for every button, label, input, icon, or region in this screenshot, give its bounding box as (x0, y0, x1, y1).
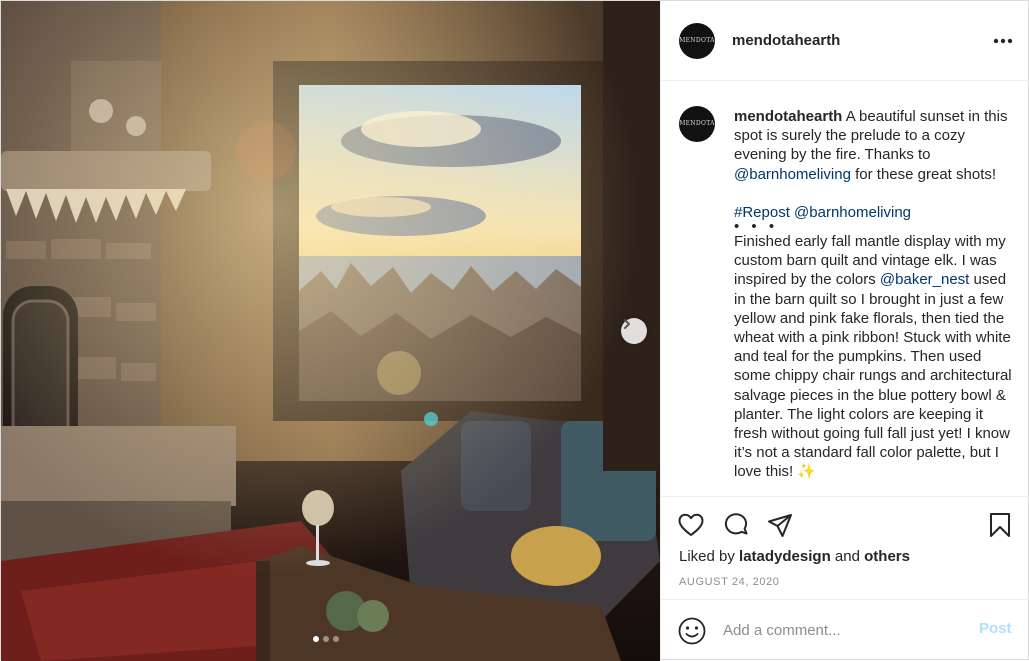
caption-body-end: used in the barn quilt so I brought in j… (734, 271, 1012, 481)
post-date[interactable]: AUGUST 24, 2020 (679, 576, 780, 588)
more-options-button[interactable] (991, 31, 1015, 51)
mention-link[interactable]: @baker_nest (880, 271, 969, 288)
likes-summary: Liked by latadydesign and others (679, 548, 910, 565)
carousel-dot (333, 636, 339, 642)
instagram-post: MENDOTA mendotahearth MENDOTA mendotahea… (0, 0, 1029, 661)
bookmark-icon (990, 513, 1010, 537)
share-button[interactable] (766, 511, 794, 539)
post-actions: Liked by latadydesign and others AUGUST … (661, 496, 1029, 599)
more-options-icon (993, 38, 1013, 44)
avatar-logo-text: MENDOTA (679, 37, 715, 44)
mention-link[interactable]: @barnhomeliving (794, 204, 911, 221)
liked-by-user-link[interactable]: latadydesign (739, 548, 831, 565)
post-comment-button[interactable]: Post (979, 620, 1012, 637)
like-button[interactable] (677, 511, 705, 539)
likes-middle: and (830, 548, 865, 565)
comment-button[interactable] (722, 511, 750, 539)
comment-icon (724, 513, 748, 535)
caption-dots: • • • (734, 218, 779, 236)
chevron-right-icon (624, 319, 630, 329)
avatar-logo-text: MENDOTA (679, 120, 715, 127)
save-button[interactable] (986, 511, 1014, 539)
liked-by-others-link[interactable]: others (864, 548, 910, 565)
post-header: MENDOTA mendotahearth (661, 1, 1029, 81)
header-username[interactable]: mendotahearth (732, 32, 840, 49)
emoji-icon (678, 617, 706, 645)
emoji-button[interactable] (677, 616, 707, 646)
likes-prefix: Liked by (679, 548, 740, 565)
carousel-indicator (313, 636, 339, 642)
comment-input[interactable] (723, 618, 973, 642)
caption-username[interactable]: mendotahearth (734, 108, 842, 125)
post-caption: mendotahearth A beautiful sunset in this… (734, 107, 1019, 482)
caption-intro-end: for these great shots! (850, 165, 997, 183)
share-icon (768, 514, 792, 537)
comments-area[interactable]: MENDOTA mendotahearth A beautiful sunset… (661, 82, 1029, 496)
carousel-dot (323, 636, 329, 642)
carousel-dot-active (313, 636, 319, 642)
add-comment-bar: Post (661, 599, 1029, 661)
next-slide-button[interactable] (621, 318, 647, 344)
heart-icon (678, 513, 704, 536)
mention-link[interactable]: @barnhomeliving (734, 166, 851, 183)
post-details-panel: MENDOTA mendotahearth MENDOTA mendotahea… (660, 1, 1029, 661)
caption-avatar[interactable]: MENDOTA (679, 106, 715, 142)
post-photo[interactable] (1, 1, 660, 661)
living-room-sunset-image (1, 1, 660, 661)
avatar[interactable]: MENDOTA (679, 23, 715, 59)
